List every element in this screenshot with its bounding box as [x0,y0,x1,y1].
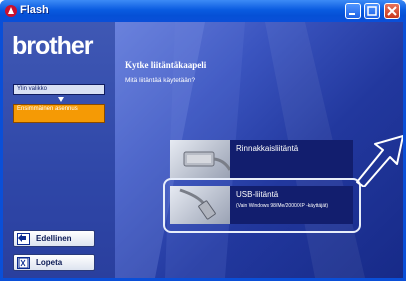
application-window: Flash brother Ylin valikko Ensimmäinen a… [0,0,406,281]
nav-main-menu[interactable]: Ylin valikko [13,84,105,95]
back-button[interactable]: Edellinen [13,230,95,247]
selection-highlight [163,178,361,233]
maximize-icon [367,6,377,16]
exit-button[interactable]: Lopeta [13,254,95,271]
flash-app-icon [5,5,17,17]
minimize-button[interactable] [345,3,361,19]
back-button-label: Edellinen [36,234,72,243]
exit-button-label: Lopeta [36,258,63,267]
page-title: Kytke liitäntäkaapeli [125,60,207,70]
title-bar[interactable]: Flash [0,0,406,22]
option-parallel[interactable]: Rinnakkaisliitäntä [170,140,353,178]
main-panel: Kytke liitäntäkaapeli Mitä liitäntää käy… [115,22,403,278]
window-title: Flash [20,4,49,16]
nav-first-install[interactable]: Ensimmäinen asennus [13,104,105,123]
page-subtitle: Mitä liitäntää käytetään? [125,77,196,84]
sidebar: brother Ylin valikko Ensimmäinen asennus… [3,22,115,278]
close-icon [387,6,397,16]
minimize-icon [349,13,355,15]
close-button[interactable] [384,3,400,19]
parallel-cable-icon [170,140,232,178]
window-content: brother Ylin valikko Ensimmäinen asennus… [3,22,403,278]
option-parallel-label: Rinnakkaisliitäntä [236,144,299,153]
back-arrow-icon [17,233,30,245]
pointer-arrow-icon [356,135,403,187]
arrow-down-icon [58,97,64,102]
exit-door-icon [17,257,30,269]
brother-logo: brother [12,32,93,60]
maximize-button[interactable] [364,3,380,19]
